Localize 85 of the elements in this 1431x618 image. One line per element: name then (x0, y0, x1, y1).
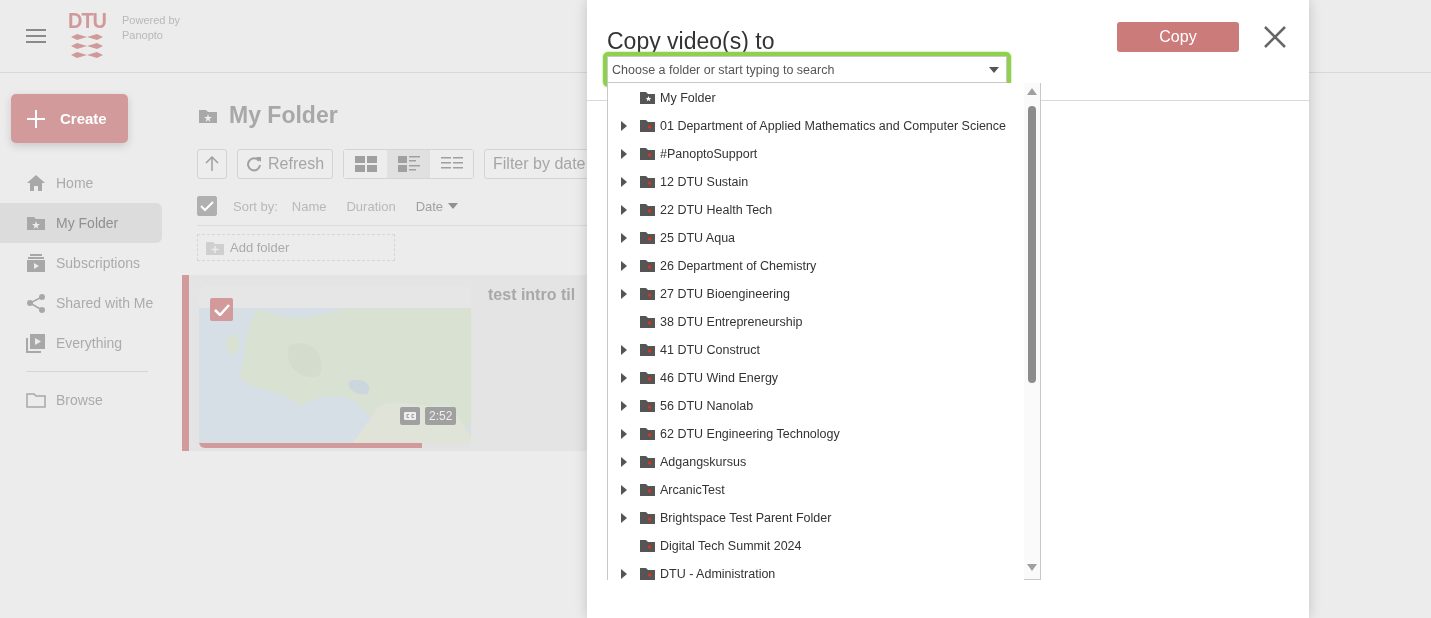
expand-arrow-icon (621, 177, 627, 187)
checkmark-icon (213, 303, 230, 316)
plus-icon (27, 109, 45, 128)
folder-icon (640, 232, 655, 244)
dialog-title: Copy video(s) to (607, 27, 776, 55)
folder-icon (640, 288, 655, 300)
list-view-icon (440, 156, 463, 172)
scroll-down-icon (1027, 564, 1037, 571)
folder-icon (640, 512, 655, 524)
folder-option[interactable]: 27 DTU Bioengineering (608, 280, 1024, 308)
dropdown-caret-icon (989, 67, 999, 73)
grid-view-icon (354, 156, 377, 172)
folder-icon (640, 204, 655, 216)
folder-icon (640, 456, 655, 468)
caret-icon (448, 203, 459, 209)
folder-icon (640, 428, 655, 440)
folder-icon (640, 260, 655, 272)
expand-arrow-icon (621, 513, 627, 523)
expand-arrow-icon (621, 569, 627, 579)
folder-icon (640, 484, 655, 496)
expand-arrow-icon (621, 373, 627, 383)
logo-text: DTU (67, 7, 107, 33)
folder-option[interactable]: 41 DTU Construct (608, 336, 1024, 364)
expand-arrow-icon (621, 121, 627, 131)
select-all-checkbox[interactable] (197, 196, 217, 216)
expand-arrow-icon (621, 205, 627, 215)
expand-arrow-icon (621, 233, 627, 243)
folder-icon (640, 316, 655, 328)
expand-arrow-icon (621, 401, 627, 411)
add-folder-icon (206, 240, 224, 255)
star-folder-icon (640, 92, 655, 104)
expand-arrow-icon (621, 149, 627, 159)
folder-icon (640, 372, 655, 384)
folder-option[interactable]: 38 DTU Entrepreneurship (608, 308, 1024, 336)
close-icon (1264, 26, 1286, 48)
expand-arrow-icon (621, 261, 627, 271)
folder-option[interactable]: Brightspace Test Parent Folder (608, 504, 1024, 532)
folder-icon (640, 176, 655, 188)
page-title: My Folder (229, 102, 338, 129)
folder-option[interactable]: 01 Department of Applied Mathematics and Computer Science (608, 112, 1024, 140)
view-button[interactable] (387, 150, 431, 178)
folder-option[interactable]: 22 DTU Health Tech (608, 196, 1024, 224)
folder-option[interactable]: 56 DTU Nanolab (608, 392, 1024, 420)
folder-option[interactable]: Digital Tech Summit 2024 (608, 532, 1024, 560)
checkmark-icon (200, 200, 214, 212)
folder-icon (640, 568, 655, 580)
up-button[interactable] (197, 149, 227, 179)
duration-badge: 2:52 (425, 407, 457, 425)
folder-option[interactable]: 25 DTU Aqua (608, 224, 1024, 252)
up-arrow-icon (205, 156, 219, 172)
expand-arrow-icon (621, 345, 627, 355)
menu-icon (26, 28, 46, 44)
folder-icon (640, 540, 655, 552)
folder-option[interactable]: 62 DTU Engineering Technology (608, 420, 1024, 448)
captions-icon (404, 412, 416, 420)
folder-icon (640, 148, 655, 160)
folder-icon (26, 390, 46, 410)
play-stack-icon (26, 333, 46, 353)
wave-logo-icon (71, 32, 103, 59)
folder-option[interactable]: 26 Department of Chemistry (608, 252, 1024, 280)
folder-option[interactable]: 12 DTU Sustain (608, 168, 1024, 196)
refresh-icon (246, 156, 262, 172)
search-field[interactable]: Choose a folder or start typing to search (607, 56, 1007, 83)
scroll-up-icon (1027, 88, 1037, 95)
folder-option[interactable]: #PanoptoSupport (608, 140, 1024, 168)
expand-arrow-icon (621, 289, 627, 299)
folder-option[interactable]: 46 DTU Wind Energy (608, 364, 1024, 392)
close-button[interactable] (1263, 25, 1287, 49)
subscriptions-icon (26, 253, 46, 273)
video-checkbox[interactable] (210, 298, 233, 321)
home-icon (26, 173, 46, 193)
folder-icon (640, 120, 655, 132)
folder-option[interactable]: Adgangskursus (608, 448, 1024, 476)
scrollbar-thumb[interactable] (1028, 106, 1036, 383)
expand-arrow-icon (621, 485, 627, 495)
expand-arrow-icon (621, 429, 627, 439)
expand-arrow-icon (621, 457, 627, 467)
detail-view-icon (397, 156, 420, 172)
folder-option[interactable]: ArcanicTest (608, 476, 1024, 504)
folder-option[interactable]: DTU - Administration (608, 560, 1024, 580)
folder-option[interactable]: My Folder (608, 84, 1024, 112)
scrollbar[interactable] (1024, 83, 1040, 579)
folder-icon (640, 400, 655, 412)
share-icon (26, 293, 46, 313)
folder-icon (640, 344, 655, 356)
